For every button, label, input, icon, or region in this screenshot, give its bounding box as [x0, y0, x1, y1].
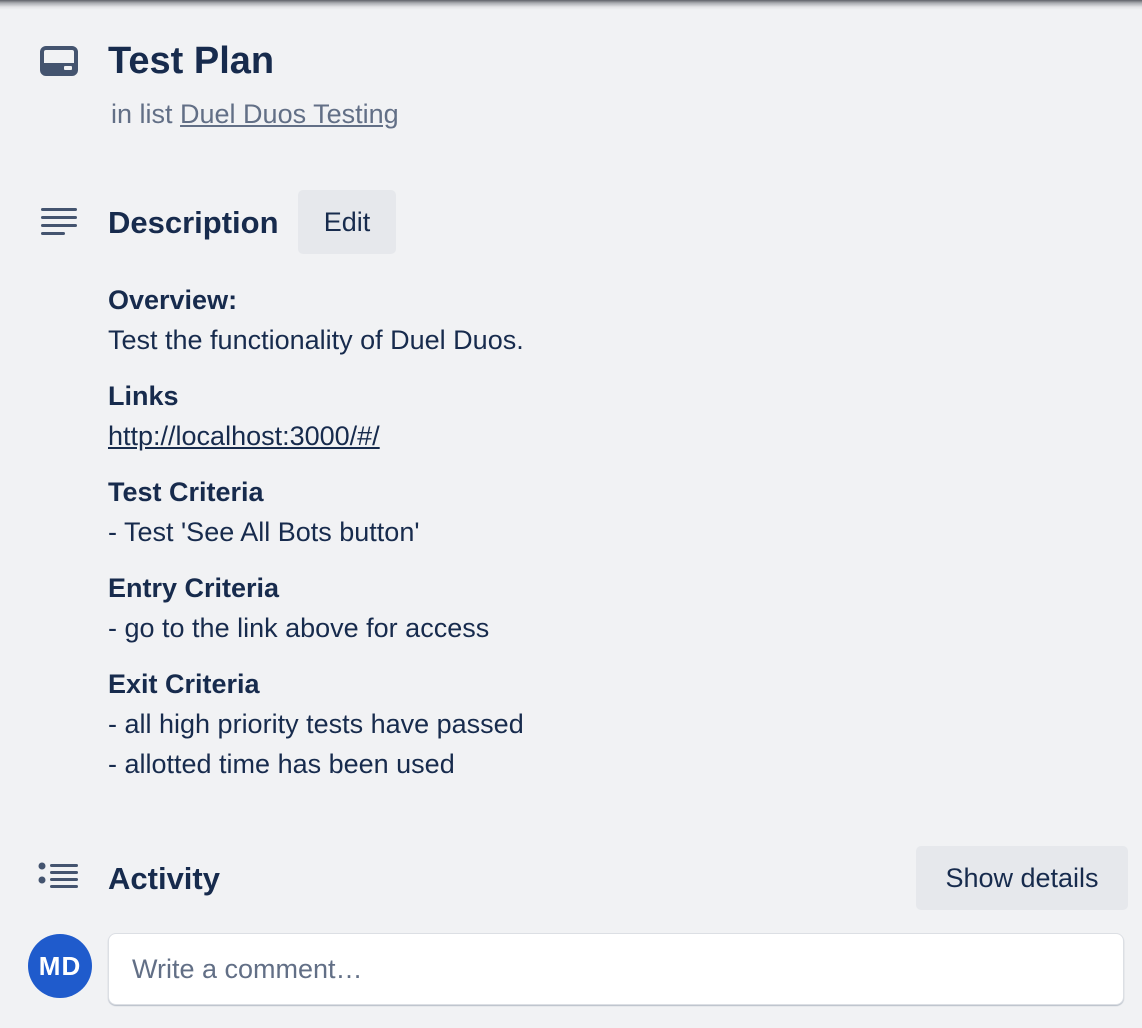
list-reference: in list Duel Duos Testing: [111, 98, 399, 130]
list-name-link[interactable]: Duel Duos Testing: [180, 99, 399, 129]
localhost-link[interactable]: http://localhost:3000/#/: [108, 421, 380, 451]
overview-heading: Overview:: [108, 285, 238, 315]
description-block-overview: Overview: Test the functionality of Duel…: [108, 280, 1108, 360]
description-icon: [40, 206, 78, 236]
top-edge-shadow: [0, 0, 1142, 10]
entry-criteria-line: - go to the link above for access: [108, 613, 490, 643]
overview-text: Test the functionality of Duel Duos.: [108, 325, 524, 355]
show-details-button[interactable]: Show details: [916, 846, 1128, 910]
activity-icon: [38, 862, 80, 892]
card-title[interactable]: Test Plan: [108, 38, 274, 84]
exit-criteria-line: - all high priority tests have passed: [108, 709, 524, 739]
exit-criteria-heading: Exit Criteria: [108, 669, 260, 699]
description-block-test-criteria: Test Criteria - Test 'See All Bots butto…: [108, 472, 1108, 552]
links-heading: Links: [108, 381, 179, 411]
edit-description-button[interactable]: Edit: [298, 190, 396, 254]
activity-title: Activity: [108, 861, 220, 896]
test-criteria-line: - Test 'See All Bots button': [108, 517, 420, 547]
comment-input[interactable]: [108, 933, 1124, 1005]
entry-criteria-heading: Entry Criteria: [108, 573, 280, 603]
test-criteria-heading: Test Criteria: [108, 477, 264, 507]
description-block-exit-criteria: Exit Criteria - all high priority tests …: [108, 664, 1108, 784]
in-list-prefix: in list: [111, 99, 173, 129]
card-icon: [40, 46, 78, 76]
description-block-entry-criteria: Entry Criteria - go to the link above fo…: [108, 568, 1108, 648]
description-block-links: Links http://localhost:3000/#/: [108, 376, 1108, 456]
avatar[interactable]: MD: [28, 934, 92, 998]
description-title: Description: [108, 205, 279, 240]
exit-criteria-line: - allotted time has been used: [108, 749, 455, 779]
description-content: Overview: Test the functionality of Duel…: [108, 280, 1108, 800]
